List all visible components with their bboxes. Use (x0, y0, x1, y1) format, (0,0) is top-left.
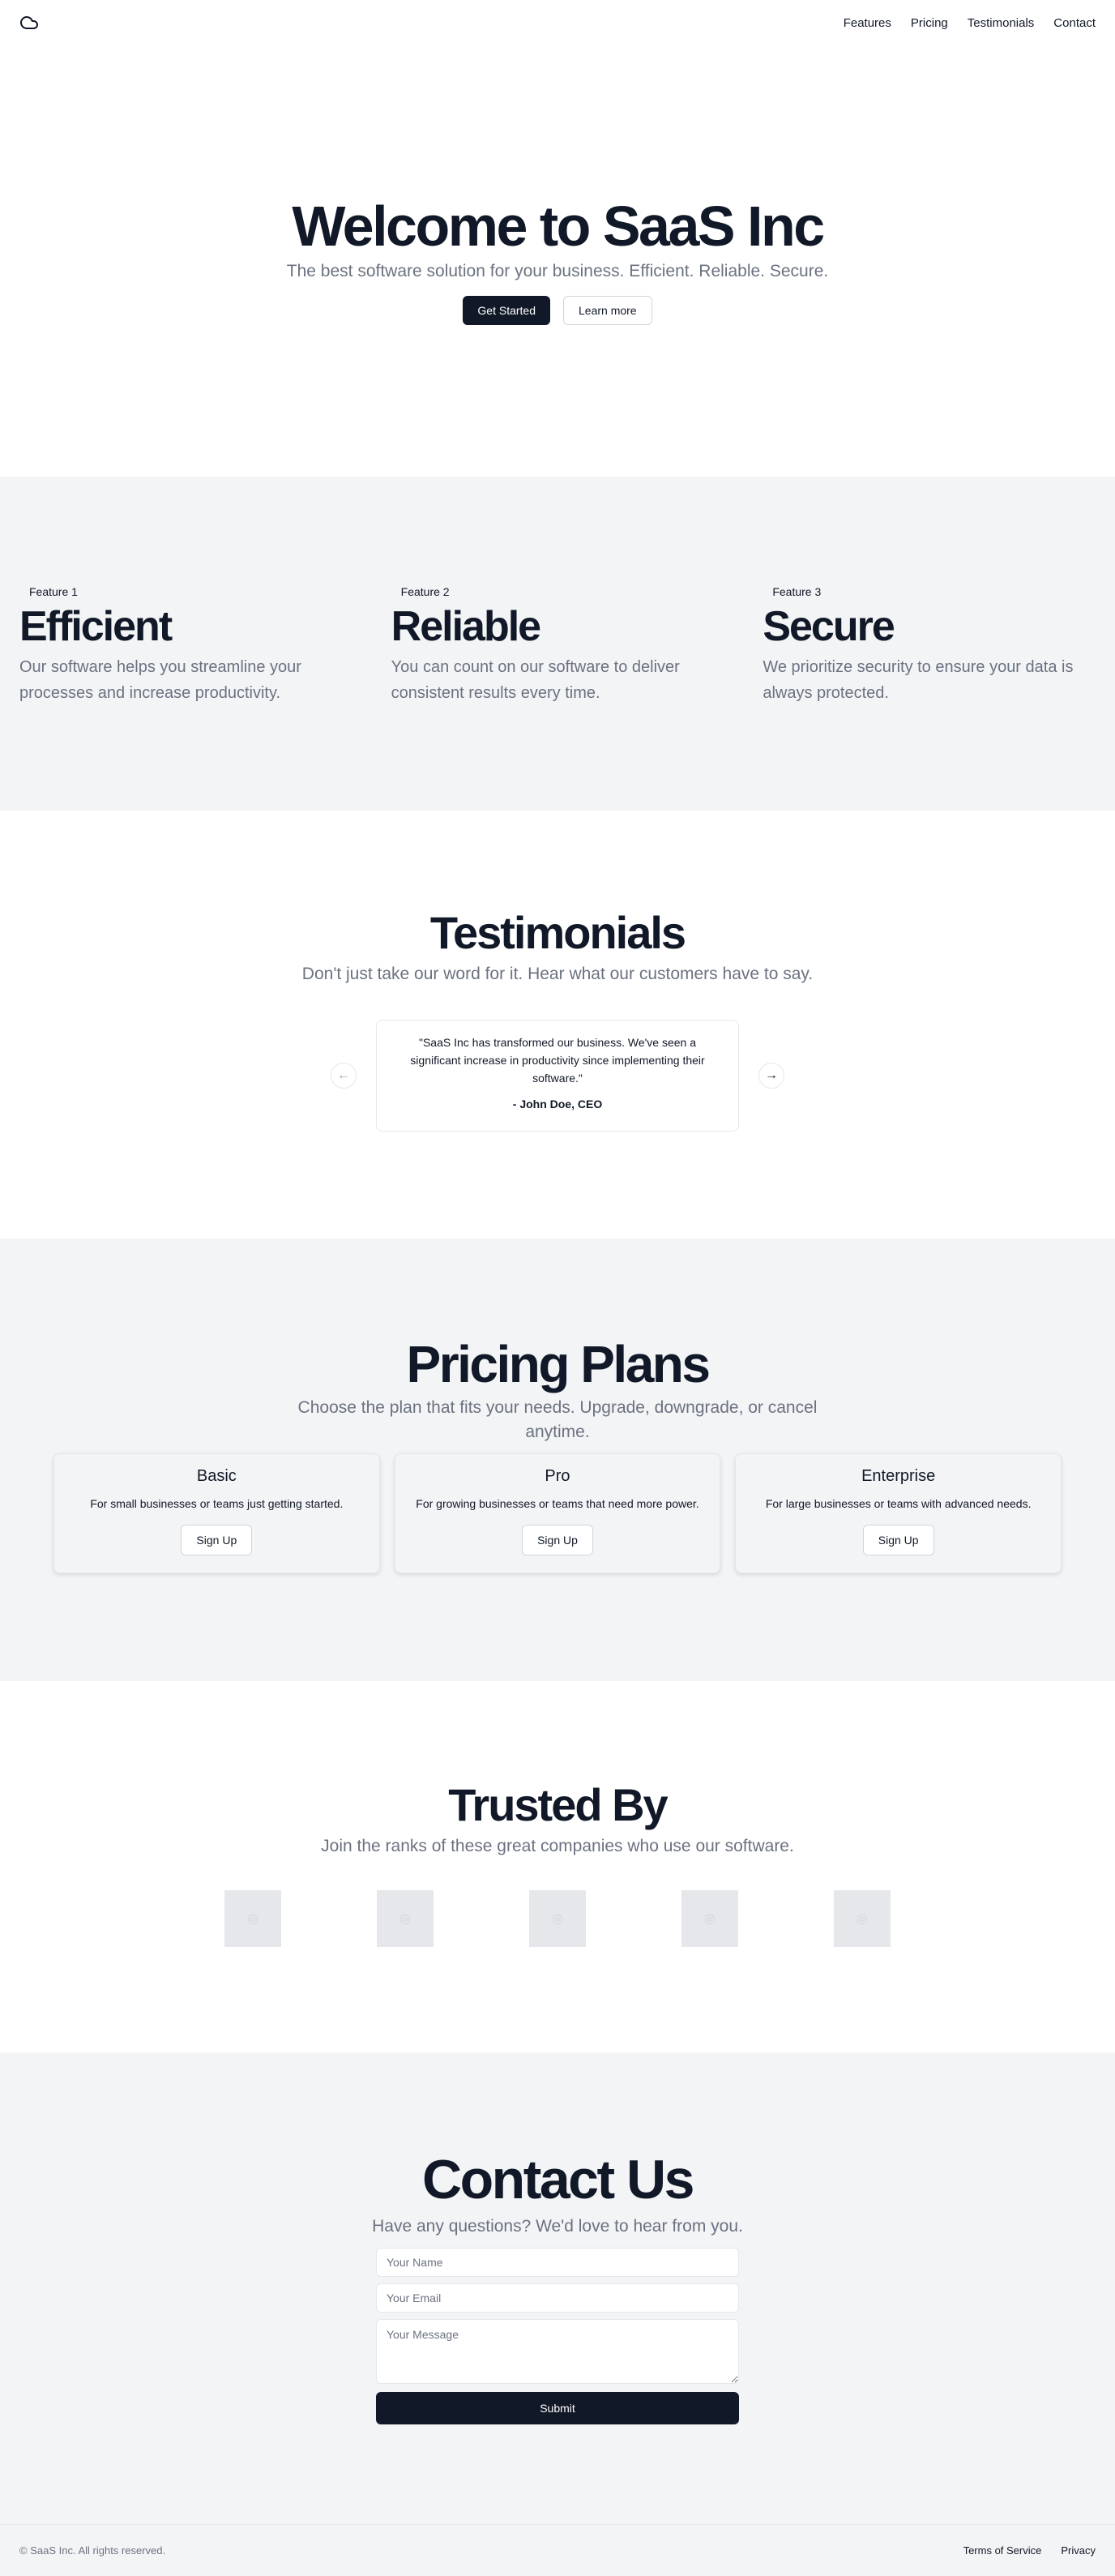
nav-link-pricing[interactable]: Pricing (911, 16, 948, 30)
contact-title: Contact Us (422, 2149, 694, 2210)
footer-links: Terms of Service Privacy (963, 2544, 1096, 2557)
testimonials-title: Testimonials (429, 907, 686, 958)
site-footer: © SaaS Inc. All rights reserved. Terms o… (0, 2524, 1115, 2576)
feature-title: Reliable (391, 603, 541, 650)
hero-title: Welcome to SaaS Inc (292, 195, 825, 259)
feature-badge: Feature 3 (763, 582, 831, 601)
trusted-by-section: Trusted By Join the ranks of these great… (0, 1681, 1115, 2052)
company-logos: ◎ ◎ ◎ ◎ ◎ (224, 1889, 891, 1947)
get-started-button[interactable]: Get Started (463, 295, 550, 325)
testimonial-quote: "SaaS Inc has transformed our business. … (410, 1035, 705, 1085)
pricing-card-enterprise: Enterprise For large businesses or teams… (735, 1453, 1062, 1574)
feature-description: Our software helps you streamline your p… (19, 657, 301, 702)
arrow-left-icon: ← (337, 1068, 350, 1082)
image-placeholder-icon: ◎ (529, 1889, 586, 1947)
copyright-text: © SaaS Inc. All rights reserved. (19, 2544, 166, 2557)
sign-up-button[interactable]: Sign Up (522, 1525, 593, 1556)
sign-up-button[interactable]: Sign Up (862, 1525, 934, 1556)
email-input[interactable] (376, 2283, 739, 2313)
nav-link-contact[interactable]: Contact (1053, 16, 1096, 30)
hero-subtitle: The best software solution for your busi… (286, 261, 829, 280)
sign-up-button[interactable]: Sign Up (181, 1525, 253, 1556)
arrow-right-icon: → (765, 1068, 778, 1082)
contact-subtitle: Have any questions? We'd love to hear fr… (372, 2216, 743, 2236)
contact-section: Contact Us Have any questions? We'd love… (0, 2052, 1115, 2524)
carousel-prev-button[interactable]: ← (331, 1062, 357, 1089)
contact-form: Submit (376, 2247, 739, 2424)
testimonials-subtitle: Don't just take our word for it. Hear wh… (301, 964, 814, 983)
trusted-subtitle: Join the ranks of these great companies … (321, 1836, 794, 1855)
image-placeholder-icon: ◎ (681, 1889, 738, 1947)
nav-link-features[interactable]: Features (844, 16, 891, 30)
testimonial-carousel: ← "SaaS Inc has transformed our business… (331, 1019, 784, 1132)
learn-more-button[interactable]: Learn more (563, 295, 652, 325)
nav-link-testimonials[interactable]: Testimonials (968, 16, 1035, 30)
testimonial-author: - John Doe, CEO (512, 1097, 603, 1110)
plan-name: Basic (196, 1467, 237, 1486)
hero-section: Welcome to SaaS Inc The best software so… (0, 45, 1115, 477)
plan-description: For large businesses or teams with advan… (765, 1497, 1032, 1511)
pricing-card-basic: Basic For small businesses or teams just… (53, 1453, 380, 1574)
pricing-subtitle: Choose the plan that fits your needs. Up… (297, 1398, 818, 1441)
feature-description: You can count on our software to deliver… (391, 657, 680, 702)
features-section: Feature 1 Efficient Our software helps y… (0, 477, 1115, 811)
testimonials-section: Testimonials Don't just take our word fo… (0, 811, 1115, 1239)
site-header: Features Pricing Testimonials Contact (0, 0, 1115, 45)
cloud-icon[interactable] (19, 13, 39, 32)
hero-actions: Get Started Learn more (463, 295, 652, 325)
submit-button[interactable]: Submit (376, 2391, 739, 2424)
pricing-section: Pricing Plans Choose the plan that fits … (0, 1239, 1115, 1681)
pricing-card-pro: Pro For growing businesses or teams that… (394, 1453, 721, 1574)
feature-badge: Feature 2 (391, 582, 459, 601)
testimonial-card: "SaaS Inc has transformed our business. … (376, 1019, 739, 1132)
feature-badge: Feature 1 (19, 582, 88, 601)
feature-card: Feature 2 Reliable You can count on our … (391, 582, 724, 811)
feature-title: Secure (763, 603, 895, 650)
feature-card: Feature 1 Efficient Our software helps y… (19, 582, 352, 811)
privacy-link[interactable]: Privacy (1061, 2544, 1096, 2557)
feature-title: Efficient (19, 603, 173, 650)
pricing-title: Pricing Plans (406, 1335, 711, 1393)
feature-description: We prioritize security to ensure your da… (763, 657, 1074, 702)
image-placeholder-icon: ◎ (377, 1889, 434, 1947)
plan-name: Enterprise (861, 1467, 936, 1486)
main-nav: Features Pricing Testimonials Contact (844, 16, 1096, 30)
plan-description: For growing businesses or teams that nee… (416, 1497, 699, 1511)
feature-card: Feature 3 Secure We prioritize security … (763, 582, 1096, 811)
terms-link[interactable]: Terms of Service (963, 2544, 1042, 2557)
message-textarea[interactable] (376, 2318, 739, 2384)
carousel-next-button[interactable]: → (758, 1062, 784, 1089)
pricing-plans: Basic For small businesses or teams just… (53, 1453, 1062, 1574)
plan-name: Pro (545, 1467, 570, 1486)
image-placeholder-icon: ◎ (224, 1889, 281, 1947)
plan-description: For small businesses or teams just getti… (90, 1497, 344, 1511)
trusted-title: Trusted By (448, 1779, 668, 1830)
name-input[interactable] (376, 2247, 739, 2277)
image-placeholder-icon: ◎ (834, 1889, 891, 1947)
